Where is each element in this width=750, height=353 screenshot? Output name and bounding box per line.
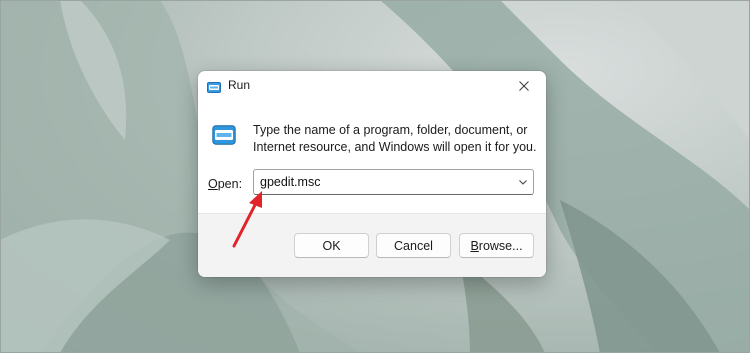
open-label-text: pen:	[217, 177, 243, 191]
open-combobox[interactable]: gpedit.msc	[253, 169, 534, 195]
open-label: Open:	[208, 177, 242, 191]
run-program-icon	[212, 125, 236, 145]
ok-button[interactable]: OK	[294, 233, 369, 258]
close-button[interactable]	[502, 71, 546, 101]
cancel-button[interactable]: Cancel	[376, 233, 451, 258]
open-input[interactable]: gpedit.msc	[260, 175, 320, 189]
run-dialog: Run Type the name of a program, folder, …	[198, 71, 546, 277]
run-icon	[207, 80, 221, 93]
browse-label: rowse...	[478, 238, 523, 253]
dialog-description: Type the name of a program, folder, docu…	[253, 123, 537, 154]
title-bar[interactable]: Run	[198, 71, 546, 101]
browse-button[interactable]: Browse...	[459, 233, 534, 258]
chevron-down-icon[interactable]	[518, 177, 528, 187]
close-icon	[519, 81, 529, 91]
window-title: Run	[228, 78, 251, 92]
open-label-accesskey: O	[208, 177, 218, 191]
browse-accesskey: B	[470, 238, 479, 253]
